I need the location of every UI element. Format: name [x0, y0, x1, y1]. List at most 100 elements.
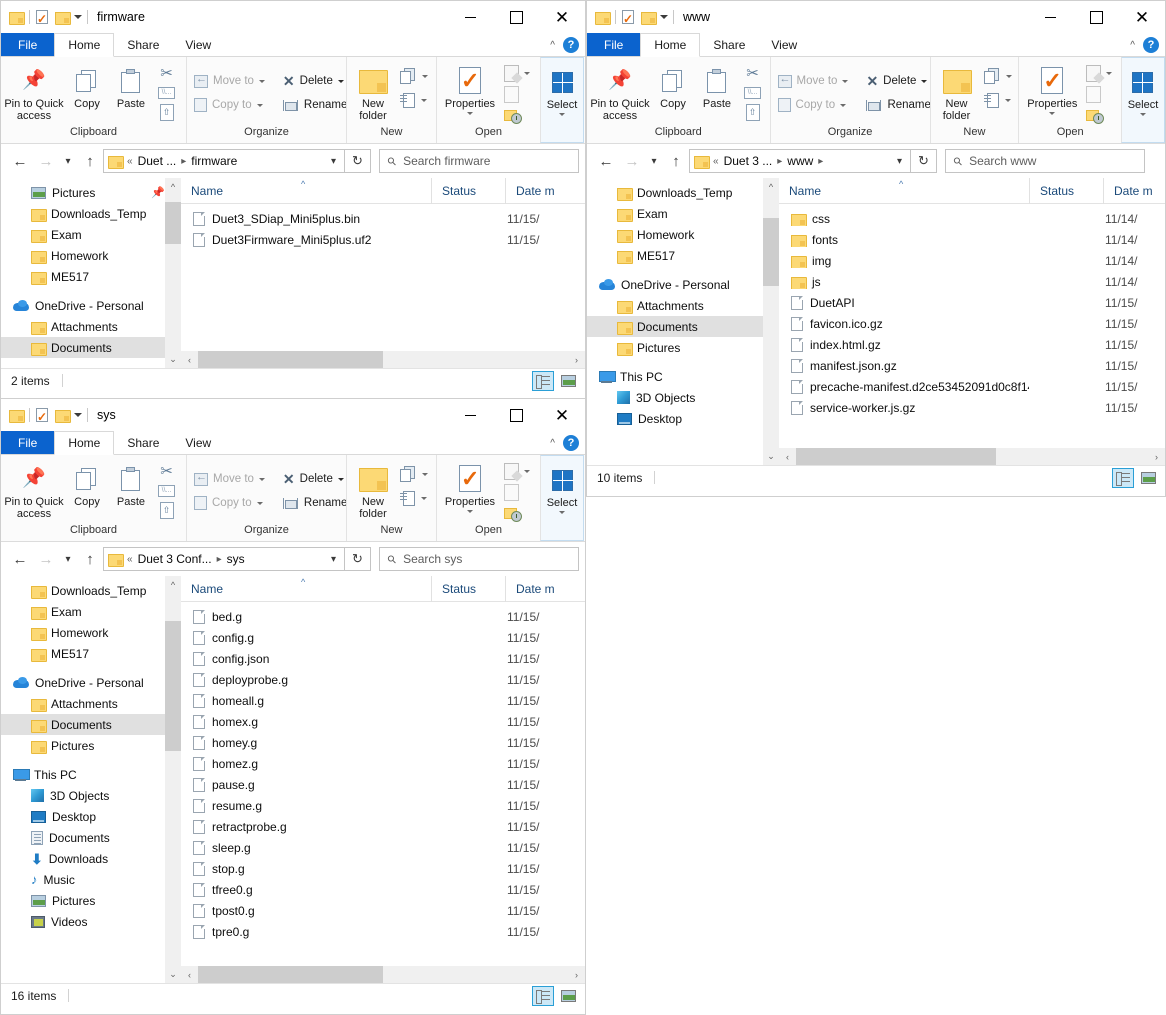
- new-folder-icon[interactable]: [55, 409, 71, 423]
- copy-path-button[interactable]: \\...: [153, 481, 180, 500]
- easy-access-button[interactable]: [397, 487, 431, 509]
- breadcrumb-item[interactable]: sys: [227, 552, 245, 566]
- properties-icon[interactable]: ✓: [35, 407, 50, 423]
- pin-to-quick-access-button[interactable]: 📌 Pin to Quick access: [3, 459, 65, 520]
- copy-path-button[interactable]: \\...: [153, 83, 180, 102]
- cut-button[interactable]: ✂: [153, 461, 180, 480]
- ribbon[interactable]: 📌 Pin to Quick access Copy Paste ✂ \\...…: [1, 57, 585, 144]
- scroll-right-icon[interactable]: ›: [568, 970, 585, 980]
- address-bar[interactable]: ← → ▾ ↑ « Duet 3 ... ▸ www ▸ ▾ ↻ ⚲ Searc…: [587, 144, 1165, 178]
- file-row[interactable]: stop.g 11/15/: [181, 858, 585, 879]
- minimize-button[interactable]: [1027, 1, 1073, 33]
- sidebar-item-onedrive-personal[interactable]: OneDrive - Personal: [1, 672, 181, 693]
- chevron-down-icon[interactable]: [258, 79, 265, 83]
- column-header-status[interactable]: Status: [431, 177, 505, 204]
- copy-to-button[interactable]: Copy to: [189, 492, 270, 514]
- file-name-cell[interactable]: js: [779, 275, 1029, 289]
- new-item-button[interactable]: [397, 65, 431, 87]
- move-to-button[interactable]: Move to: [773, 70, 854, 92]
- caption-buttons[interactable]: ✕: [447, 1, 585, 33]
- search-box[interactable]: ⚲ Search sys: [379, 547, 579, 571]
- sidebar-item-this-pc[interactable]: This PC: [1, 764, 181, 785]
- address-field[interactable]: « Duet 3 Conf... ▸ sys ▾: [103, 547, 345, 571]
- file-pane[interactable]: Name ^ Status Date m css 11/14/fonts 11/14…: [779, 177, 1165, 465]
- caption-buttons[interactable]: ✕: [1027, 1, 1165, 33]
- nav-list[interactable]: Downloads_Temp Exam Homework ME517 OneDrive …: [1, 576, 181, 932]
- file-name-cell[interactable]: config.json: [181, 651, 431, 666]
- sidebar-item-attachments[interactable]: Attachments: [1, 316, 181, 337]
- close-button[interactable]: ✕: [539, 1, 585, 33]
- cut-button[interactable]: ✂: [153, 63, 180, 82]
- scroll-down-icon[interactable]: ⌄: [165, 351, 181, 368]
- column-header-date[interactable]: Date m: [505, 575, 585, 602]
- quick-access-toolbar[interactable]: ✓: [587, 9, 674, 25]
- move-to-button[interactable]: Move to: [189, 468, 270, 490]
- maximize-button[interactable]: [493, 1, 539, 33]
- tab-home[interactable]: Home: [640, 33, 701, 57]
- forward-button[interactable]: →: [33, 546, 59, 572]
- new-folder-button[interactable]: New folder: [349, 459, 397, 520]
- refresh-button[interactable]: ↻: [345, 547, 371, 571]
- chevron-down-icon[interactable]: [422, 472, 428, 476]
- file-row[interactable]: Duet3_SDiap_Mini5plus.bin 11/15/: [181, 208, 585, 229]
- file-name-cell[interactable]: DuetAPI: [779, 295, 1029, 310]
- file-row[interactable]: css 11/14/: [779, 208, 1165, 229]
- file-name-cell[interactable]: pause.g: [181, 777, 431, 792]
- new-folder-icon[interactable]: [641, 11, 657, 25]
- file-row[interactable]: img 11/14/: [779, 250, 1165, 271]
- tab-view[interactable]: View: [758, 33, 810, 56]
- column-headers[interactable]: Name ^ Status Date m: [779, 177, 1165, 204]
- scroll-up-icon[interactable]: ^: [763, 178, 779, 195]
- select-button[interactable]: Select: [543, 62, 581, 116]
- chevron-down-icon[interactable]: [1049, 112, 1056, 115]
- paste-shortcut-button[interactable]: ⇧: [153, 103, 180, 122]
- navigation-pane[interactable]: Downloads_Temp Exam Homework ME517 OneDrive …: [1, 576, 181, 983]
- ribbon-tabbar[interactable]: File Home Share View ^ ?: [587, 33, 1165, 57]
- collapse-ribbon-icon[interactable]: ^: [550, 40, 555, 51]
- sidebar-item-me517[interactable]: ME517: [1, 266, 181, 287]
- paste-shortcut-button[interactable]: ⇧: [153, 501, 180, 520]
- properties-icon[interactable]: ✓: [35, 9, 50, 25]
- sidebar-item-attachments[interactable]: Attachments: [587, 295, 779, 316]
- address-dropdown-icon[interactable]: ▾: [893, 156, 906, 167]
- file-name-cell[interactable]: config.g: [181, 630, 431, 645]
- collapse-ribbon-icon[interactable]: ^: [550, 438, 555, 449]
- ribbon[interactable]: 📌 Pin to Quick access Copy Paste ✂ \\...…: [587, 57, 1165, 144]
- file-row[interactable]: tfree0.g 11/15/: [181, 879, 585, 900]
- nav-list[interactable]: Downloads_Temp Exam Homework ME517 OneDrive …: [587, 178, 779, 429]
- file-name-cell[interactable]: homey.g: [181, 735, 431, 750]
- file-name-cell[interactable]: retractprobe.g: [181, 819, 431, 834]
- sidebar-item-3d-objects[interactable]: 3D Objects: [587, 387, 779, 408]
- ribbon[interactable]: 📌 Pin to Quick access Copy Paste ✂ \\...…: [1, 455, 585, 542]
- breadcrumb-item[interactable]: firmware: [191, 154, 237, 168]
- file-list[interactable]: Duet3_SDiap_Mini5plus.bin 11/15/Duet3Firm…: [181, 204, 585, 351]
- scroll-track[interactable]: [198, 966, 568, 983]
- file-row[interactable]: homeall.g 11/15/: [181, 690, 585, 711]
- sidebar-item-documents[interactable]: Documents: [1, 827, 181, 848]
- file-name-cell[interactable]: sleep.g: [181, 840, 431, 855]
- quick-access-toolbar[interactable]: ✓: [1, 9, 88, 25]
- file-name-cell[interactable]: stop.g: [181, 861, 431, 876]
- file-name-cell[interactable]: img: [779, 254, 1029, 268]
- history-button[interactable]: [1083, 105, 1115, 125]
- easy-access-button[interactable]: [397, 89, 431, 111]
- view-buttons[interactable]: [532, 371, 579, 391]
- navigation-pane[interactable]: Pictures 📌 Downloads_Temp Exam Homework ME517…: [1, 178, 181, 368]
- file-row[interactable]: sleep.g 11/15/: [181, 837, 585, 858]
- column-header-name[interactable]: Name ^: [181, 178, 431, 204]
- chevron-down-icon[interactable]: [1004, 98, 1011, 102]
- address-dropdown-icon[interactable]: ▾: [327, 554, 340, 565]
- chevron-down-icon[interactable]: [559, 511, 565, 514]
- file-row[interactable]: homex.g 11/15/: [181, 711, 585, 732]
- breadcrumb-item[interactable]: Duet 3 ...: [724, 154, 773, 168]
- file-row[interactable]: favicon.ico.gz 11/15/: [779, 313, 1165, 334]
- paste-button[interactable]: Paste: [109, 459, 153, 508]
- file-row[interactable]: fonts 11/14/: [779, 229, 1165, 250]
- file-row[interactable]: bed.g 11/15/: [181, 606, 585, 627]
- help-icon[interactable]: ?: [563, 37, 579, 53]
- select-button[interactable]: Select: [1124, 62, 1162, 116]
- paste-shortcut-button[interactable]: ⇧: [739, 103, 766, 122]
- maximize-button[interactable]: [1073, 1, 1119, 33]
- close-button[interactable]: ✕: [539, 399, 585, 431]
- file-name-cell[interactable]: index.html.gz: [779, 337, 1029, 352]
